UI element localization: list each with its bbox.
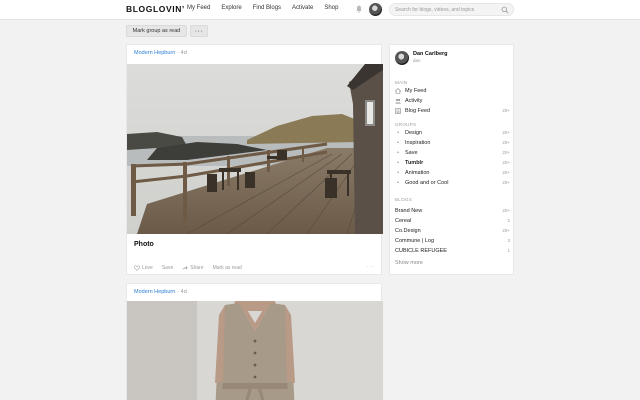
more-options-button[interactable]: ···	[190, 25, 208, 37]
nav-explore[interactable]: Explore	[221, 5, 241, 11]
sidebar-item-label: Tumblr	[405, 159, 424, 166]
sidebar-item-count: 20+	[502, 108, 510, 113]
mark-as-read-label: Mark as read	[212, 265, 242, 271]
post-age: · 4d	[177, 50, 187, 56]
section-heading-blogs: BLOGS	[395, 197, 413, 202]
people-icon	[395, 98, 401, 104]
sidebar-item-group[interactable]: • Save 20+	[395, 148, 510, 157]
section-heading-main: MAIN	[395, 80, 408, 85]
sidebar-item-group[interactable]: • Design 20+	[395, 128, 510, 137]
sidebar: Dan Carlberg dan MAIN My Feed Activity B…	[389, 44, 514, 275]
search-icon[interactable]	[501, 6, 509, 14]
post-age: · 4d	[177, 289, 187, 295]
post-card: Modern Hepburn · 4d	[126, 44, 383, 275]
post-actions: Love Save Share Mark as read	[134, 265, 251, 271]
bullet-icon: •	[397, 139, 399, 146]
love-button[interactable]: Love	[134, 265, 153, 271]
nav-activate[interactable]: Activate	[292, 5, 313, 11]
post-title[interactable]: Photo	[134, 241, 154, 248]
sidebar-item-count: 3	[507, 238, 510, 243]
post-image[interactable]	[127, 64, 383, 234]
bullet-icon: •	[397, 129, 399, 136]
sidebar-item-label: Animation	[405, 169, 430, 176]
sidebar-item-label: Brand New	[395, 207, 423, 214]
post-byline: Modern Hepburn · 4d	[134, 289, 187, 295]
sidebar-item-count: 1	[507, 248, 510, 253]
search-input[interactable]	[395, 5, 500, 15]
love-label: Love	[142, 265, 153, 271]
sidebar-item-label: Co.Design	[395, 227, 421, 234]
sidebar-item-blog[interactable]: Cereal 2	[395, 216, 510, 225]
share-label: Share	[190, 265, 204, 271]
sidebar-item-blog[interactable]: CUBICLE REFUGEE 1	[395, 246, 510, 255]
sidebar-item-group[interactable]: • Animation 20+	[395, 168, 510, 177]
sidebar-item-group[interactable]: • Good and or Cool 20+	[395, 178, 510, 187]
sidebar-item-label: Save	[405, 149, 418, 156]
avatar[interactable]	[395, 51, 409, 65]
sidebar-item-blog[interactable]: Brand New 20+	[395, 206, 510, 215]
sidebar-item-count: 20+	[502, 180, 510, 185]
sidebar-item-label: Activity	[405, 97, 423, 104]
user-avatar[interactable]	[369, 3, 382, 16]
sidebar-item-activity[interactable]: Activity	[395, 96, 510, 105]
sidebar-item-count: 20+	[502, 160, 510, 165]
post-byline: Modern Hepburn · 4d	[134, 50, 187, 56]
save-button[interactable]: Save	[162, 265, 173, 271]
post-card: Modern Hepburn · 4d	[126, 283, 383, 400]
save-label: Save	[161, 265, 174, 271]
nav-shop[interactable]: Shop	[324, 5, 338, 11]
sidebar-item-label: Good and or Cool	[405, 179, 449, 186]
sidebar-item-count: 20+	[502, 130, 510, 135]
share-button[interactable]: Share	[182, 265, 204, 271]
sidebar-item-blog[interactable]: Commune | Log 3	[395, 236, 510, 245]
sidebar-item-label: My Feed	[405, 87, 427, 94]
mark-as-read-button[interactable]: Mark as read	[213, 265, 242, 271]
top-bar: BLOGLOVIN’ My Feed Explore Find Blogs Ac…	[0, 0, 640, 20]
mark-group-read-button[interactable]: Mark group as read	[126, 25, 187, 37]
nav-my-feed[interactable]: My Feed	[187, 5, 210, 11]
blog-name-link[interactable]: Modern Hepburn	[134, 50, 175, 56]
main-nav: My Feed Explore Find Blogs Activate Shop	[187, 5, 349, 11]
sidebar-item-label: Blog Feed	[405, 107, 431, 114]
heart-icon	[134, 265, 140, 271]
home-icon	[395, 87, 401, 94]
bullet-icon: •	[397, 159, 399, 166]
blog-name-link[interactable]: Modern Hepburn	[134, 289, 175, 295]
section-heading-groups: GROUPS	[395, 122, 417, 127]
bullet-icon: •	[397, 169, 399, 176]
logo[interactable]: BLOGLOVIN’	[126, 4, 185, 14]
sidebar-item-label: Cereal	[395, 217, 412, 224]
sidebar-item-count: 20+	[502, 170, 510, 175]
share-icon	[182, 266, 189, 270]
sidebar-item-count: 20+	[502, 228, 510, 233]
sidebar-item-label: Inspiration	[405, 139, 431, 146]
nav-find-blogs[interactable]: Find Blogs	[253, 5, 281, 11]
post-more-button[interactable]: ···	[367, 264, 375, 270]
bullet-icon: •	[397, 179, 399, 186]
feed-icon	[395, 107, 401, 114]
sidebar-item-label: Commune | Log	[395, 237, 435, 244]
sidebar-item-count: 20+	[502, 140, 510, 145]
post-image[interactable]	[127, 301, 383, 400]
sidebar-item-my-feed[interactable]: My Feed	[395, 86, 510, 95]
sidebar-item-count: 20+	[502, 208, 510, 213]
search-box	[389, 3, 514, 16]
show-more-link[interactable]: Show more	[395, 260, 423, 266]
bell-icon[interactable]	[356, 5, 362, 13]
sidebar-item-count: 2	[507, 218, 510, 223]
user-name[interactable]: Dan Carlberg	[413, 51, 448, 57]
sidebar-item-blog[interactable]: Co.Design 20+	[395, 226, 510, 235]
user-handle: dan	[413, 58, 421, 63]
sidebar-item-blog-feed[interactable]: Blog Feed 20+	[395, 106, 510, 115]
sidebar-item-label: Design	[405, 129, 423, 136]
bullet-icon: •	[397, 149, 399, 156]
sidebar-item-group[interactable]: • Tumblr 20+	[395, 158, 510, 167]
sidebar-item-label: CUBICLE REFUGEE	[395, 247, 447, 254]
sidebar-item-group[interactable]: • Inspiration 20+	[395, 138, 510, 147]
sidebar-item-count: 20+	[502, 150, 510, 155]
